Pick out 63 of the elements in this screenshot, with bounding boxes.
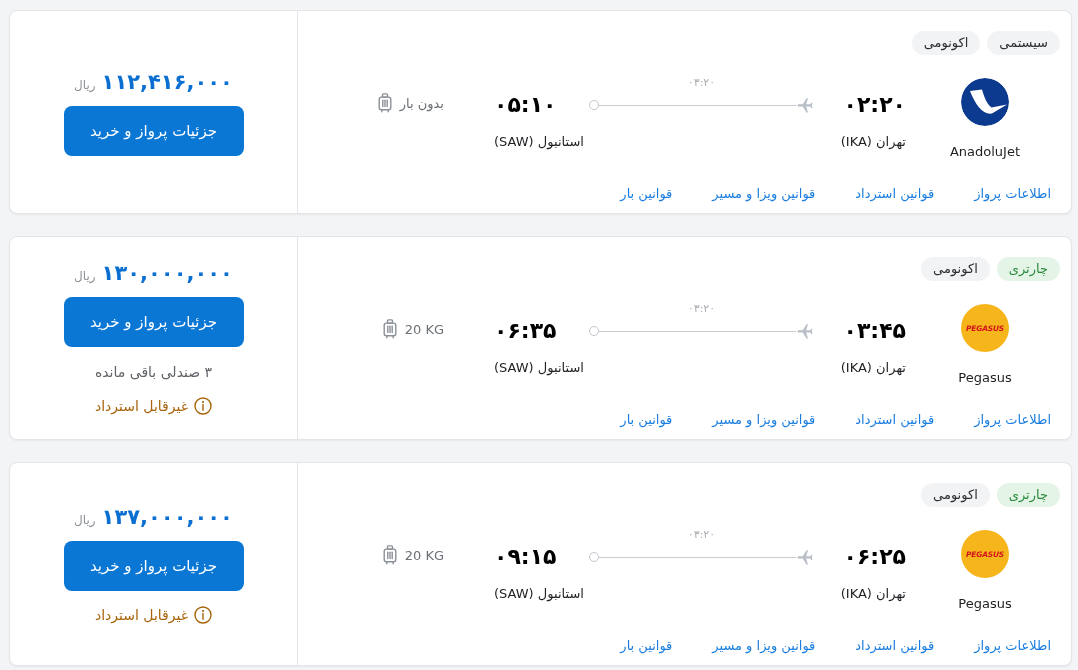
departure-time: ۰۲:۲۰ [843, 91, 906, 119]
fare-tag: چارتری [996, 483, 1060, 507]
circle-marker-icon [589, 100, 599, 110]
fare-tag: چارتری [996, 257, 1060, 281]
currency-label: ریال [74, 512, 96, 527]
fare-tag: اکونومی [921, 257, 990, 281]
departure-airport: تهران (IKA) [840, 585, 906, 603]
fare-tag: سیستمی [987, 31, 1060, 55]
circle-marker-icon [589, 552, 599, 562]
refund-note: غیرقابل استرداد [94, 397, 189, 416]
plane-icon [796, 322, 814, 340]
arrival-airport: استانبول (SAW) [494, 133, 584, 151]
info-icon [194, 397, 213, 415]
currency-label: ریال [74, 77, 96, 92]
fare-tag: اکونومی [921, 483, 990, 507]
text-link[interactable]: قوانین استرداد [855, 637, 935, 655]
suitcase-icon [382, 545, 397, 565]
details-button[interactable]: جزئیات پرواز و خرید [63, 105, 244, 156]
departure-airport: تهران (IKA) [840, 133, 906, 151]
plane-icon [796, 548, 814, 566]
flight-duration: ۰۳:۲۰ [687, 528, 716, 542]
text-link[interactable]: قوانین استرداد [855, 185, 935, 203]
price-amount: ۱۱۲,۴۱۶,۰۰۰ [101, 68, 233, 95]
arrival-airport: استانبول (SAW) [494, 585, 584, 603]
flight-duration: ۰۳:۲۰ [687, 76, 716, 90]
refund-note: غیرقابل استرداد [94, 605, 189, 625]
text-link[interactable]: قوانین استرداد [855, 411, 935, 429]
departure-airport: تهران (IKA) [840, 359, 906, 377]
text-link[interactable]: اطلاعات پرواز [974, 411, 1051, 429]
departure-time: ۰۳:۴۵ [843, 317, 906, 345]
text-link[interactable]: قوانین بار [620, 411, 673, 429]
price-amount: ۱۳۰,۰۰۰,۰۰۰ [101, 260, 233, 286]
arrival-time: ۰۹:۱۵ [494, 543, 557, 571]
text-link[interactable]: اطلاعات پرواز [974, 185, 1051, 203]
flight-duration: ۰۳:۲۰ [687, 302, 716, 316]
text-link[interactable]: قوانین بار [620, 637, 673, 655]
suitcase-icon [382, 319, 397, 339]
seats-remaining: ۳ صندلی باقی مانده [94, 363, 213, 382]
swoosh-logo-icon [961, 78, 1009, 126]
details-button[interactable]: جزئیات پرواز و خرید [63, 297, 244, 347]
fare-tag: اکونومی [911, 31, 981, 55]
airline-name: Pegasus [958, 595, 1012, 613]
baggage-allowance: 20 KG [404, 547, 444, 563]
airline-name: Pegasus [958, 369, 1012, 387]
baggage-allowance: 20 KG [404, 321, 444, 337]
text-link[interactable]: قوانین ویزا و مسیر [712, 185, 816, 203]
text-link[interactable]: قوانین ویزا و مسیر [712, 637, 816, 655]
baggage-allowance: بدون بار [399, 95, 444, 111]
info-icon [194, 605, 213, 624]
circle-marker-icon [589, 326, 599, 336]
text-link[interactable]: اطلاعات پرواز [974, 637, 1051, 655]
suitcase-icon [377, 93, 392, 113]
currency-label: ریال [74, 269, 96, 283]
details-button[interactable]: جزئیات پرواز و خرید [63, 540, 244, 591]
text-link[interactable]: قوانین بار [620, 185, 673, 203]
departure-time: ۰۶:۲۵ [843, 543, 906, 571]
airline-name: AnadoluJet [949, 143, 1021, 161]
arrival-airport: استانبول (SAW) [494, 359, 584, 377]
arrival-time: ۰۵:۱۰ [494, 91, 557, 119]
price-amount: ۱۳۷,۰۰۰,۰۰۰ [101, 503, 233, 530]
plane-icon [796, 96, 814, 114]
arrival-time: ۰۶:۳۵ [494, 317, 557, 345]
text-link[interactable]: قوانین ویزا و مسیر [712, 411, 816, 429]
